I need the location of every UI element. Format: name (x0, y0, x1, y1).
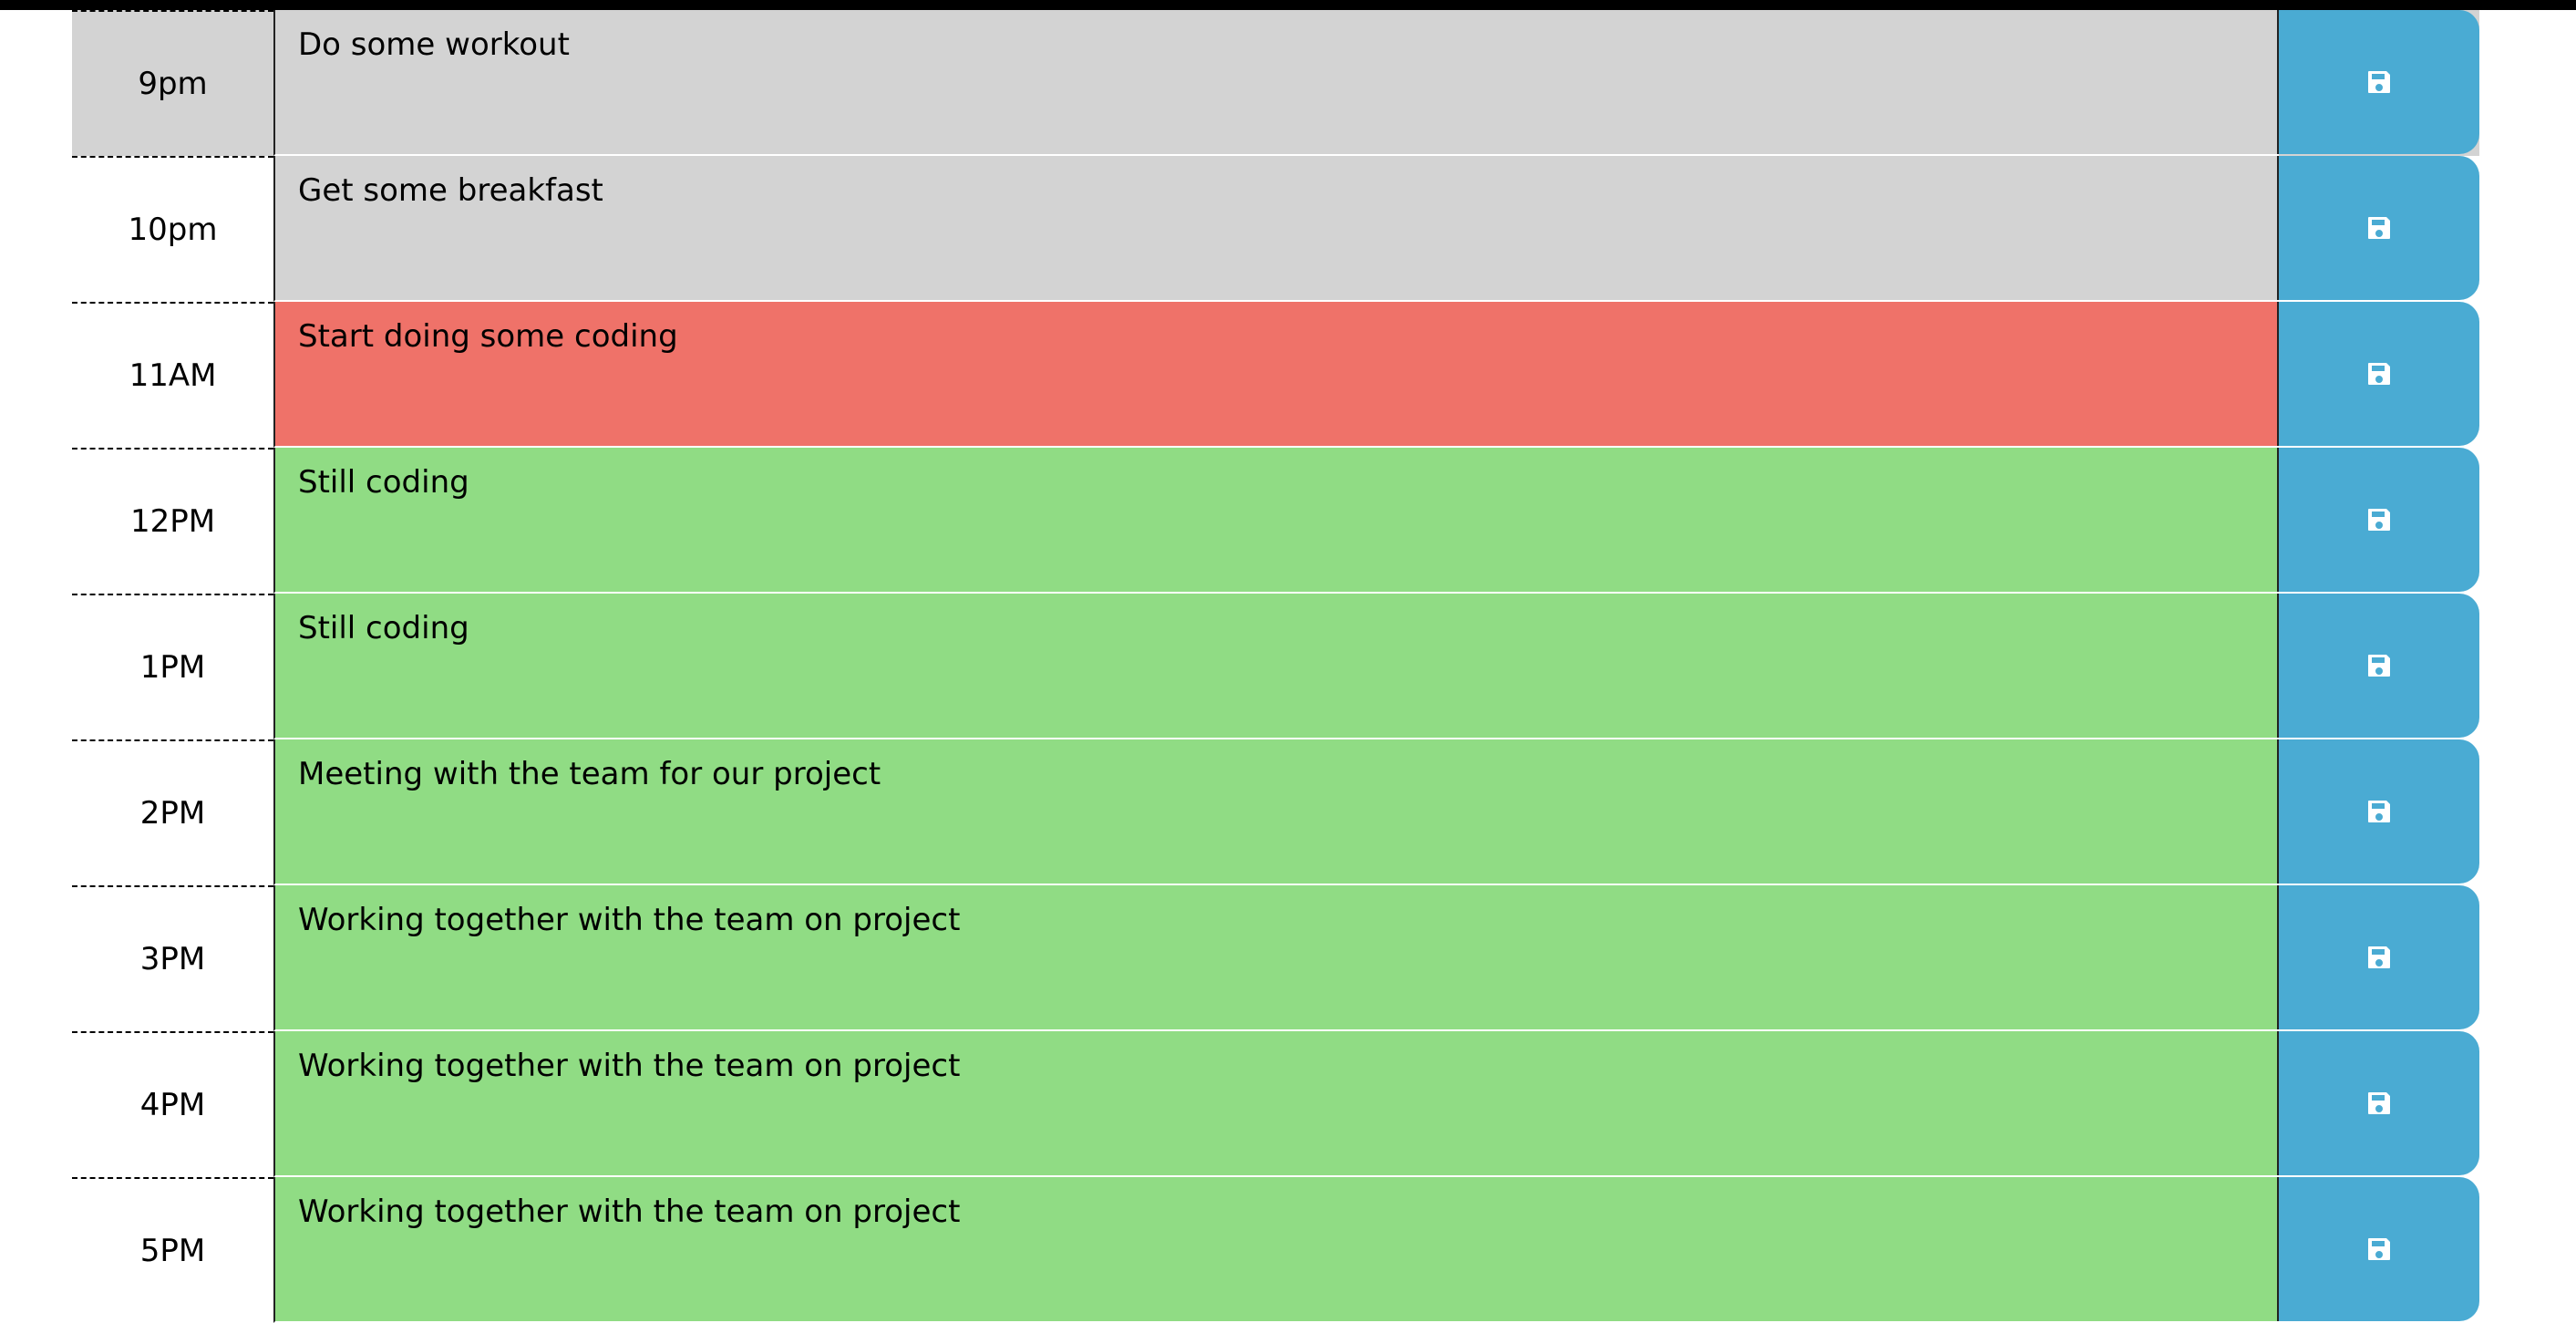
time-block-2pm: 2PM Meeting with the team for our projec… (72, 739, 2479, 885)
time-block-4pm: 4PM Working together with the team on pr… (72, 1031, 2479, 1177)
save-button[interactable] (2277, 594, 2479, 738)
scheduler: 9pm Do some workout 10pm Get some breakf… (72, 10, 2479, 1323)
floppy-disk-icon (2368, 655, 2390, 677)
description-textarea[interactable]: Still coding (273, 448, 2279, 594)
floppy-disk-icon (2368, 217, 2390, 239)
save-button[interactable] (2277, 739, 2479, 884)
time-block-3pm: 3PM Working together with the team on pr… (72, 885, 2479, 1031)
hour-label: 5PM (72, 1177, 273, 1323)
save-button[interactable] (2277, 885, 2479, 1029)
save-button[interactable] (2277, 302, 2479, 446)
time-block-12pm: 12PM Still coding (72, 448, 2479, 594)
floppy-disk-icon (2368, 71, 2390, 93)
time-block-9pm: 9pm Do some workout (72, 10, 2479, 156)
hour-label: 11AM (72, 302, 273, 448)
description-textarea[interactable]: Working together with the team on projec… (273, 1177, 2279, 1323)
save-button[interactable] (2277, 1031, 2479, 1175)
floppy-disk-icon (2368, 509, 2390, 531)
hour-label: 1PM (72, 594, 273, 739)
floppy-disk-icon (2368, 363, 2390, 385)
save-button[interactable] (2277, 448, 2479, 592)
time-block-11am: 11AM Start doing some coding (72, 302, 2479, 448)
floppy-disk-icon (2368, 946, 2390, 968)
hour-label: 2PM (72, 739, 273, 885)
description-textarea[interactable]: Working together with the team on projec… (273, 1031, 2279, 1177)
hour-label: 3PM (72, 885, 273, 1031)
hour-label: 12PM (72, 448, 273, 594)
description-textarea[interactable]: Still coding (273, 594, 2279, 739)
floppy-disk-icon (2368, 801, 2390, 822)
time-block-5pm: 5PM Working together with the team on pr… (72, 1177, 2479, 1323)
description-textarea[interactable]: Start doing some coding (273, 302, 2279, 448)
floppy-disk-icon (2368, 1092, 2390, 1114)
time-block-1pm: 1PM Still coding (72, 594, 2479, 739)
save-button[interactable] (2277, 1177, 2479, 1321)
save-button[interactable] (2277, 10, 2479, 154)
save-button[interactable] (2277, 156, 2479, 300)
hour-label: 9pm (72, 10, 273, 156)
hour-label: 10pm (72, 156, 273, 302)
description-textarea[interactable]: Working together with the team on projec… (273, 885, 2279, 1031)
hour-label: 4PM (72, 1031, 273, 1177)
floppy-disk-icon (2368, 1238, 2390, 1260)
description-textarea[interactable]: Do some workout (273, 10, 2279, 156)
top-bar (0, 0, 2576, 10)
time-block-10pm: 10pm Get some breakfast (72, 156, 2479, 302)
description-textarea[interactable]: Meeting with the team for our project (273, 739, 2279, 885)
description-textarea[interactable]: Get some breakfast (273, 156, 2279, 302)
